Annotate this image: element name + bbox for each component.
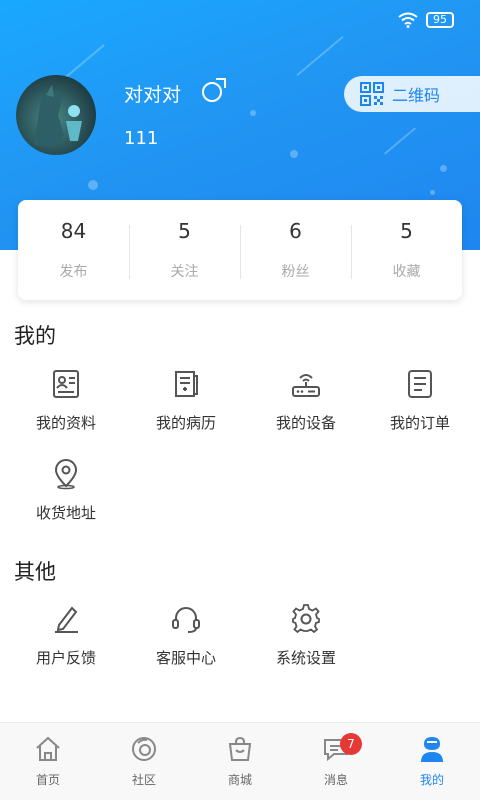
menu-item-label: 我的订单 (389, 414, 450, 432)
battery-indicator: 95 (426, 12, 454, 28)
menu-item-my-medical-record[interactable]: 我的病历 (126, 368, 246, 433)
user-icon (421, 737, 443, 762)
menu-item-label: 我的设备 (275, 414, 336, 432)
bottom-tab-bar: 首页 社区 商城 消息 7 我的 (0, 722, 480, 800)
stat-label: 发布 (59, 264, 88, 280)
headset-icon (172, 607, 200, 633)
tab-label: 首页 (35, 773, 60, 787)
menu-item-my-orders[interactable]: 我的订单 (360, 368, 480, 433)
order-list-icon (408, 370, 432, 398)
community-icon (132, 737, 156, 761)
qr-code-button[interactable]: 二维码 (344, 76, 480, 112)
menu-item-label: 系统设置 (275, 649, 336, 667)
medical-record-icon (175, 371, 198, 397)
menu-item-feedback[interactable]: 用户反馈 (6, 603, 126, 668)
gear-icon (292, 604, 320, 634)
menu-item-my-profile[interactable]: 我的资料 (6, 368, 126, 433)
tab-home[interactable]: 首页 (0, 723, 96, 800)
status-bar: 95 (398, 12, 454, 28)
username: 对对对 (124, 84, 182, 106)
shop-bag-icon (228, 736, 252, 761)
menu-item-my-device[interactable]: 我的设备 (246, 368, 366, 433)
menu-item-label: 我的资料 (35, 414, 96, 432)
user-id: 111 (124, 128, 159, 149)
tab-label: 商城 (227, 773, 252, 787)
stat-followers[interactable]: 6 粉丝 (240, 219, 351, 281)
menu-item-system-settings[interactable]: 系统设置 (246, 603, 366, 668)
tab-label: 社区 (131, 773, 156, 787)
qr-code-label: 二维码 (392, 86, 441, 105)
stat-label: 关注 (170, 264, 199, 280)
stat-value: 6 (289, 219, 302, 243)
avatar-image (34, 85, 82, 147)
stat-label: 收藏 (392, 264, 421, 280)
stat-favorites[interactable]: 5 收藏 (351, 219, 462, 281)
pencil-icon (55, 606, 78, 633)
menu-item-label: 客服中心 (155, 649, 216, 667)
menu-item-shipping-address[interactable]: 收货地址 (6, 458, 126, 523)
qr-code-icon (360, 82, 384, 106)
stat-label: 粉丝 (281, 264, 310, 280)
location-pin-icon (54, 459, 78, 490)
section-title-other: 其他 (14, 560, 56, 584)
tab-shop[interactable]: 商城 (192, 723, 288, 800)
tab-messages[interactable]: 消息 7 (288, 723, 384, 800)
wifi-icon (398, 12, 418, 28)
router-device-icon (292, 374, 320, 397)
menu-item-label: 收货地址 (35, 504, 96, 522)
stat-posts[interactable]: 84 发布 (18, 219, 129, 281)
home-icon (36, 736, 60, 761)
stat-following[interactable]: 5 关注 (129, 219, 240, 281)
profile-card-icon (53, 370, 79, 398)
stat-value: 5 (400, 219, 413, 243)
unread-badge: 7 (340, 733, 362, 755)
tab-label: 我的 (419, 773, 444, 787)
tab-mine[interactable]: 我的 (384, 723, 480, 800)
avatar[interactable] (16, 75, 96, 155)
stat-value: 84 (60, 219, 87, 243)
tab-label: 消息 (323, 773, 348, 787)
menu-item-label: 用户反馈 (35, 649, 96, 667)
stats-card: 84 发布 5 关注 6 粉丝 5 收藏 (18, 200, 462, 300)
male-gender-icon (202, 78, 226, 102)
section-title-mine: 我的 (14, 324, 56, 348)
menu-item-label: 我的病历 (155, 414, 216, 432)
tab-community[interactable]: 社区 (96, 723, 192, 800)
menu-item-customer-service[interactable]: 客服中心 (126, 603, 246, 668)
stat-value: 5 (178, 219, 191, 243)
